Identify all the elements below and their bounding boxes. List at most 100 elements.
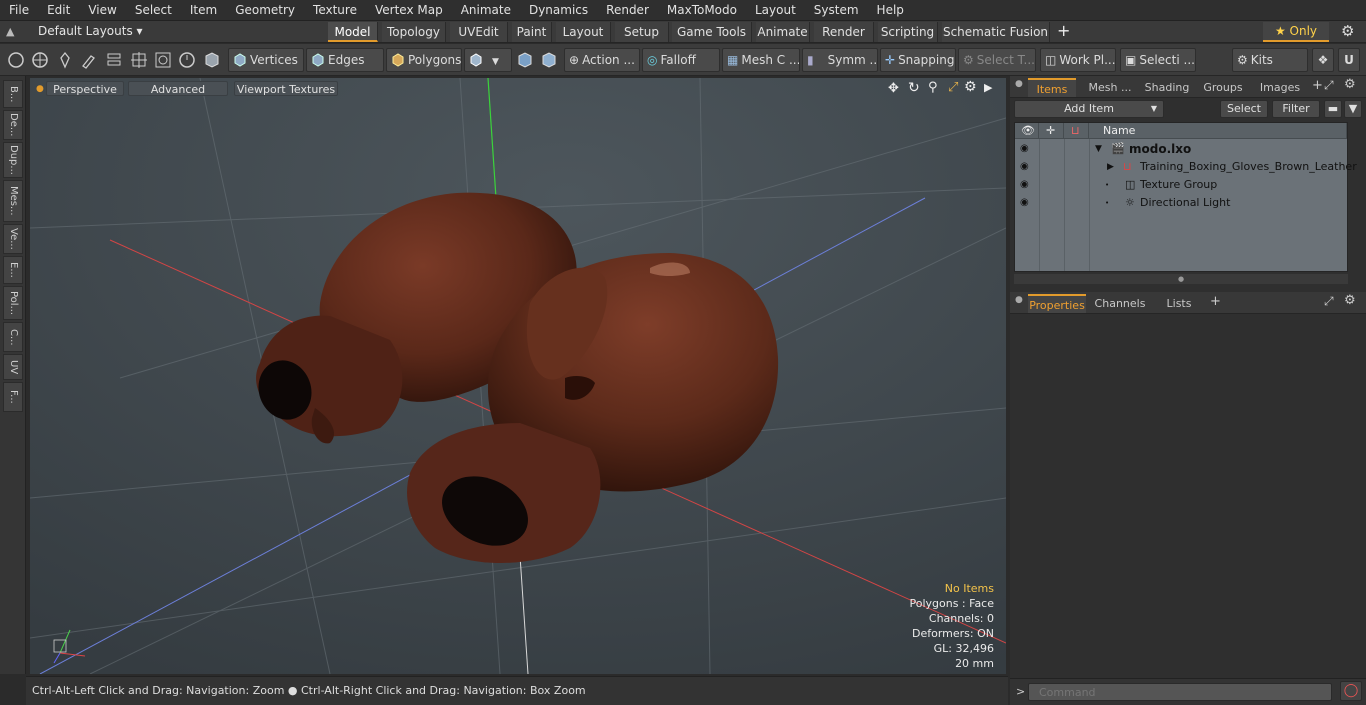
item-row-mesh[interactable]: ◉ ▶ ⊔ Training_Boxing_Gloves_Brown_Leath…	[1015, 158, 1357, 176]
layout-tab-uvedit[interactable]: UVEdit	[450, 22, 508, 42]
select-through-button[interactable]: ⚙ Select T...	[958, 48, 1036, 72]
center-icon[interactable]	[129, 50, 149, 70]
items-resize-handle[interactable]: ●	[1014, 274, 1348, 284]
items-expand-icon[interactable]: ⤢	[1324, 78, 1334, 93]
viewport-gear-icon[interactable]: ⚙	[964, 79, 977, 95]
lock-column-header[interactable]: ✛	[1039, 123, 1064, 139]
left-tab-5[interactable]: E...	[3, 256, 23, 284]
items-tab-mesh[interactable]: Mesh ...	[1082, 78, 1138, 97]
items-tab-groups[interactable]: Groups	[1196, 78, 1250, 97]
rotate-view-icon[interactable]: ↻	[908, 80, 920, 96]
selection-sets-button[interactable]: ▣ Selecti ...	[1120, 48, 1196, 72]
left-tab-1[interactable]: De...	[3, 110, 23, 140]
menu-help[interactable]: Help	[868, 0, 913, 21]
falloff-button[interactable]: ◎ Falloff	[642, 48, 720, 72]
expand-arrow-icon[interactable]: ▶	[1107, 158, 1114, 176]
menu-texture[interactable]: Texture	[304, 0, 366, 21]
menu-edit[interactable]: Edit	[38, 0, 79, 21]
properties-expand-icon[interactable]: ⤢	[1324, 294, 1334, 309]
menu-select[interactable]: Select	[126, 0, 181, 21]
type-column-header[interactable]: ⊔	[1064, 123, 1089, 139]
edges-button[interactable]: Edges	[306, 48, 384, 72]
menu-vertex-map[interactable]: Vertex Map	[366, 0, 452, 21]
snapping-button[interactable]: ✛ Snapping	[880, 48, 956, 72]
command-record-icon[interactable]: ◯	[1340, 681, 1362, 701]
collapse-button[interactable]: ▬	[1324, 100, 1342, 118]
funnel-button[interactable]: ▼	[1344, 100, 1362, 118]
left-tab-2[interactable]: Dup...	[3, 142, 23, 178]
perspective-button[interactable]: ● Perspective	[36, 81, 124, 96]
kits-button[interactable]: ⚙ Kits	[1232, 48, 1308, 72]
properties-tab-properties[interactable]: Properties	[1028, 294, 1086, 313]
viewport-textures-button[interactable]: Viewport Textures	[234, 81, 338, 96]
menu-item[interactable]: Item	[181, 0, 226, 21]
menu-view[interactable]: View	[79, 0, 125, 21]
layout-selector[interactable]: Default Layouts ▾	[38, 24, 143, 38]
left-tab-0[interactable]: B...	[3, 80, 23, 108]
menu-layout[interactable]: Layout	[746, 0, 805, 21]
unity-button[interactable]: ❖	[1312, 48, 1334, 72]
left-tab-6[interactable]: Pol...	[3, 286, 23, 320]
visibility-eye-icon[interactable]: ◉	[1020, 162, 1032, 172]
select-button[interactable]: Select	[1220, 100, 1268, 118]
left-tab-8[interactable]: UV	[3, 354, 23, 380]
properties-tab-lists[interactable]: Lists	[1152, 294, 1206, 313]
align-icon[interactable]	[104, 50, 124, 70]
items-gear-icon[interactable]: ⚙	[1344, 77, 1356, 92]
visibility-column-header[interactable]: 👁	[1015, 123, 1039, 139]
items-add-tab-icon[interactable]: +	[1312, 78, 1323, 93]
menu-animate[interactable]: Animate	[452, 0, 520, 21]
only-button[interactable]: ★ Only	[1263, 22, 1329, 42]
select-circle-icon[interactable]	[6, 50, 26, 70]
action-center-button[interactable]: ⊕ Action ...	[564, 48, 640, 72]
layout-tab-animate[interactable]: Animate	[756, 22, 810, 42]
menu-geometry[interactable]: Geometry	[226, 0, 304, 21]
expand-arrow-icon[interactable]: ▼	[1095, 140, 1102, 158]
symmetry-button[interactable]: ▮ Symm ...	[802, 48, 878, 72]
globe-icon[interactable]	[30, 50, 50, 70]
layout-expand-icon[interactable]: ▲	[6, 25, 14, 38]
item-row-scene[interactable]: ◉ ▼ 🎬 modo.lxo	[1015, 140, 1347, 158]
timer-icon[interactable]	[177, 50, 197, 70]
properties-add-tab-icon[interactable]: +	[1210, 294, 1221, 309]
layout-tab-paint[interactable]: Paint	[512, 22, 552, 42]
layout-tab-scripting[interactable]: Scripting	[878, 22, 938, 42]
layout-tab-model[interactable]: Model	[328, 22, 378, 42]
layout-tab-topology[interactable]: Topology	[382, 22, 446, 42]
pen-icon[interactable]	[55, 50, 75, 70]
visibility-eye-icon[interactable]: ◉	[1020, 198, 1032, 208]
symmetry-sphere-icon[interactable]	[539, 50, 559, 70]
mesh-constraint-button[interactable]: ▦ Mesh C ...	[722, 48, 800, 72]
menu-maxtomodo[interactable]: MaxToModo	[658, 0, 746, 21]
move-view-icon[interactable]: ✥	[888, 81, 899, 96]
layout-tab-setup[interactable]: Setup	[615, 22, 669, 42]
item-mode-icon[interactable]	[202, 50, 222, 70]
3d-viewport[interactable]: ● Perspective Advanced Viewport Textures…	[30, 78, 1006, 674]
visibility-eye-icon[interactable]: ◉	[1020, 144, 1032, 154]
box-select-icon[interactable]	[153, 50, 173, 70]
vertices-button[interactable]: Vertices	[228, 48, 304, 72]
left-tab-9[interactable]: F...	[3, 382, 23, 412]
filter-button[interactable]: Filter	[1272, 100, 1320, 118]
left-tab-4[interactable]: Ve...	[3, 224, 23, 254]
layout-gear-icon[interactable]: ⚙	[1341, 22, 1354, 40]
advanced-button[interactable]: Advanced	[128, 81, 228, 96]
name-column-header[interactable]: Name	[1089, 123, 1347, 139]
menu-file[interactable]: File	[0, 0, 38, 21]
items-tab-items[interactable]: Items	[1028, 78, 1076, 97]
visibility-eye-icon[interactable]: ◉	[1020, 180, 1032, 190]
layout-tab-render[interactable]: Render	[814, 22, 874, 42]
left-tab-7[interactable]: C...	[3, 322, 23, 352]
menu-render[interactable]: Render	[597, 0, 658, 21]
properties-gear-icon[interactable]: ⚙	[1344, 293, 1356, 308]
brush-icon[interactable]	[79, 50, 99, 70]
menu-dynamics[interactable]: Dynamics	[520, 0, 597, 21]
items-tab-shading[interactable]: Shading	[1142, 78, 1192, 97]
layout-tab-schematic-fusion[interactable]: Schematic Fusion	[942, 22, 1050, 42]
material-mode-button[interactable]: ▼	[464, 48, 512, 72]
properties-tab-channels[interactable]: Channels	[1092, 294, 1148, 313]
snap-sphere-icon[interactable]	[515, 50, 535, 70]
command-input[interactable]	[1028, 683, 1332, 701]
menu-system[interactable]: System	[805, 0, 868, 21]
add-layout-tab-button[interactable]: +	[1057, 21, 1070, 40]
